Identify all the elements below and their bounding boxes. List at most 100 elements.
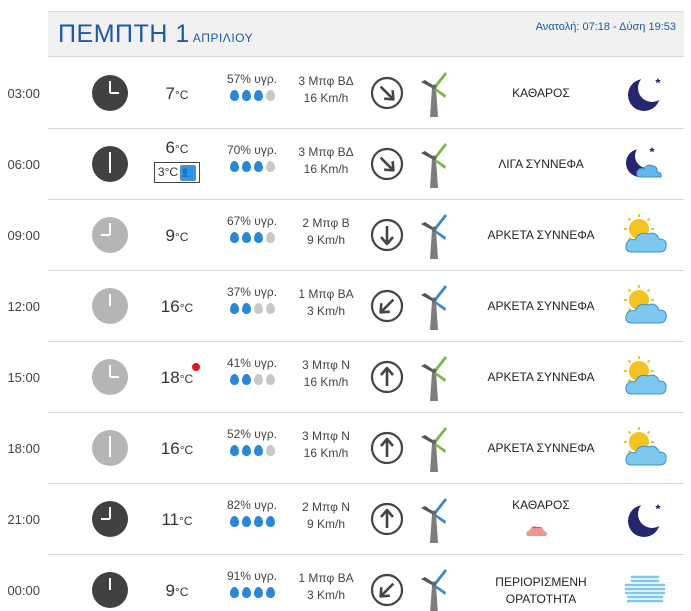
humidity-value: 91% υγρ. [226, 569, 278, 583]
humidity: 67% υγρ. [214, 214, 290, 243]
condition-label: ΛΙΓΑ ΣΥΝΝΕΦΑ [498, 157, 584, 171]
drop-icon [265, 587, 275, 598]
wind-info: 2 Μπφ Ν 9 Km/h [286, 499, 366, 533]
humidity-value: 67% υγρ. [226, 214, 278, 228]
temperature: 9°C [148, 200, 206, 273]
wind-info: 3 Μπφ ΒΔ 16 Km/h [286, 73, 366, 107]
clock-icon [92, 572, 128, 608]
wind-direction-icon [370, 431, 404, 465]
feels-like-box: 3°C 👥 [153, 162, 201, 183]
clock-icon [92, 359, 128, 395]
row-time: 00:00 [7, 583, 40, 598]
drop-icon [265, 303, 275, 314]
temperature-value: 9 [165, 226, 175, 245]
wind-direction-icon [370, 218, 404, 252]
temperature: 11°C [148, 484, 206, 557]
drop-icon [229, 445, 239, 456]
row-time: 09:00 [7, 228, 40, 243]
humidity-value: 41% υγρ. [226, 356, 278, 370]
temperature-value: 9 [165, 581, 175, 600]
condition-label: ΠΕΡΙΟΡΙΣΜΕΝΗ ΟΡΑΤΟΤΗΤΑ [495, 575, 587, 606]
wind-direction-icon [370, 502, 404, 536]
humidity: 70% υγρ. [214, 143, 290, 172]
drop-icon [253, 374, 263, 385]
drop-icon [241, 232, 251, 243]
sun-cloud-icon [624, 356, 667, 395]
temperature-unit: °C [175, 230, 189, 244]
sun-cloud-icon [624, 214, 667, 253]
temperature-unit: °C [179, 514, 193, 528]
temperature-unit: °C [175, 585, 189, 599]
fog-icon [624, 575, 666, 603]
wind-beaufort: 3 Μπφ Ν [302, 429, 350, 443]
wind-speed: 16 Km/h [303, 375, 349, 389]
row-time: 15:00 [7, 370, 40, 385]
row-time: 06:00 [7, 157, 40, 172]
humidity: 52% υγρ. [214, 427, 290, 456]
temperature: 6°C 3°C 👥 [148, 129, 206, 183]
cloud-stripes-icon [526, 526, 547, 536]
humidity-value: 37% υγρ. [226, 285, 278, 299]
drop-icon [253, 232, 263, 243]
day-header: ΠΕΜΠΤΗ 1 ΑΠΡΙΛΙΟΥ Ανατολή: 07:18 - Δύση 1… [48, 11, 684, 57]
wind-direction-icon [370, 573, 404, 607]
wind-turbine-icon [421, 143, 447, 188]
wind-direction-icon [370, 360, 404, 394]
temperature: 9°C [148, 555, 206, 611]
wind-info: 2 Μπφ Β 9 Km/h [286, 215, 366, 249]
drop-icon [265, 161, 275, 172]
drop-icon [241, 587, 251, 598]
drop-icon [229, 303, 239, 314]
wind-speed: 16 Km/h [303, 162, 349, 176]
people-icon: 👥 [180, 164, 197, 181]
condition-label: ΑΡΚΕΤΑ ΣΥΝΝΕΦΑ [487, 299, 595, 313]
wind-speed: 3 Km/h [306, 588, 345, 602]
humidity-value: 82% υγρ. [226, 498, 278, 512]
day-title: ΠΕΜΠΤΗ 1 ΑΠΡΙΛΙΟΥ [58, 20, 254, 48]
drop-icon [241, 90, 251, 101]
wind-info: 1 Μπφ ΒΑ 3 Km/h [286, 570, 366, 604]
humidity: 41% υγρ. [214, 356, 290, 385]
forecast-row: 12:00 16°C 37% υγρ. 1 Μπφ ΒΑ 3 Km/h ΑΡΚΕΤΑ ΣΥ… [7, 271, 684, 344]
condition-label: ΚΑΘΑΡΟΣ [512, 86, 570, 100]
wind-turbine-icon [421, 214, 447, 259]
drop-icon [253, 587, 263, 598]
sun-cloud-icon [624, 285, 667, 324]
wind-turbine-icon [421, 498, 447, 543]
wind-turbine-icon [421, 569, 447, 611]
temperature-unit: °C [175, 88, 189, 102]
wind-direction-icon [370, 76, 404, 110]
row-time: 18:00 [7, 441, 40, 456]
drop-icon [241, 374, 251, 385]
month-label: ΑΠΡΙΛΙΟΥ [192, 31, 254, 45]
drop-icon [241, 161, 251, 172]
wind-speed: 16 Km/h [303, 446, 349, 460]
temperature: 16°C [148, 271, 206, 344]
drop-icon [241, 445, 251, 456]
feels-like-value: 3°C [157, 165, 179, 179]
row-time: 21:00 [7, 512, 40, 527]
drop-icon [229, 516, 239, 527]
clock-icon [92, 217, 128, 253]
wind-turbine-icon [421, 72, 447, 117]
forecast-row: 03:00 7°C 57% υγρ. 3 Μπφ ΒΔ 16 Km/h ΚΑΘΑΡΟΣ [7, 58, 684, 129]
humidity-value: 52% υγρ. [226, 427, 278, 441]
temperature-unit: °C [179, 372, 194, 386]
row-time: 03:00 [7, 86, 40, 101]
drop-icon [265, 445, 275, 456]
forecast-row: 00:00 9°C 91% υγρ. 1 Μπφ ΒΑ 3 Km/h ΠΕΡΙΟΡΙΣΜΕ… [7, 555, 684, 611]
drop-icon [253, 445, 263, 456]
humidity: 57% υγρ. [214, 72, 290, 101]
forecast-row: 06:00 6°C 3°C 👥 70% υγρ. 3 Μπφ ΒΔ 16 Km/h ΛΙΓΑ … [7, 129, 684, 200]
temperature-value: 6 [165, 138, 175, 157]
forecast-row: 18:00 16°C 52% υγρ. 3 Μπφ Ν 16 Km/h ΑΡΚΕΤΑ ΣΥ… [7, 413, 684, 484]
temperature-unit: °C [179, 301, 194, 315]
wind-turbine-icon [421, 427, 447, 472]
forecast-panel: ΠΕΜΠΤΗ 1 ΑΠΡΙΛΙΟΥ Ανατολή: 07:18 - Δύση 1… [48, 11, 684, 57]
wind-info: 3 Μπφ ΒΔ 16 Km/h [286, 144, 366, 178]
drop-icon [229, 232, 239, 243]
temperature-value: 16 [160, 439, 180, 458]
wind-speed: 9 Km/h [306, 517, 345, 531]
wind-info: 3 Μπφ Ν 16 Km/h [286, 428, 366, 462]
condition-label: ΑΡΚΕΤΑ ΣΥΝΝΕΦΑ [487, 370, 595, 384]
